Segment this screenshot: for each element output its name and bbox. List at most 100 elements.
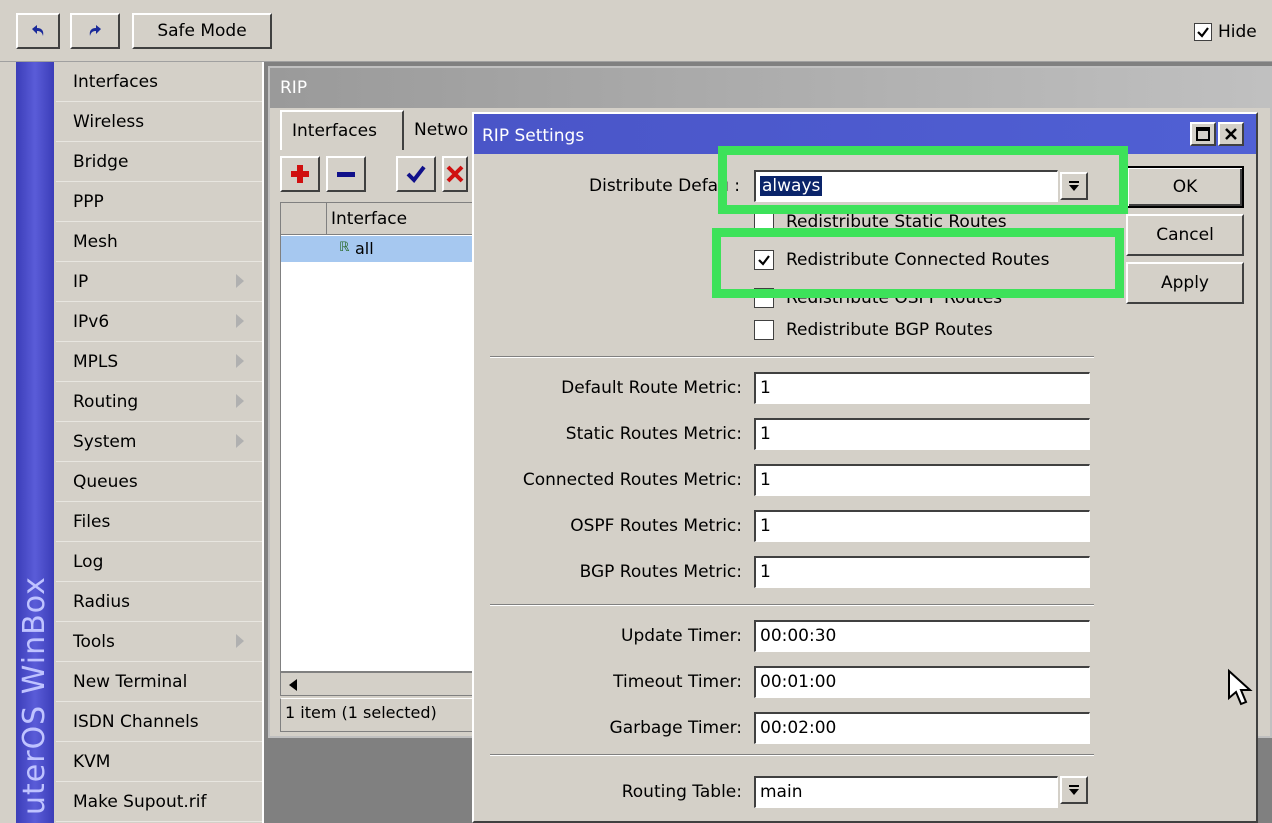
dropdown-arrow-icon [1069,785,1079,795]
update-timer-input[interactable]: 00:00:30 [754,620,1090,652]
tab-networks[interactable]: Netwo [404,110,474,150]
rip-interface-icon: ℝ [339,240,350,255]
static-routes-metric-label: Static Routes Metric: [565,424,742,444]
safe-mode-button[interactable]: Safe Mode [132,13,272,49]
table-row[interactable]: ℝ all [281,236,481,262]
sidebar-item-ppp[interactable]: PPP [56,182,262,222]
plus-icon [291,165,309,183]
sidebar-item-wireless[interactable]: Wireless [56,102,262,142]
submenu-arrow-icon [236,314,244,328]
ospf-routes-metric-input[interactable]: 1 [754,510,1090,542]
main-toolbar: Safe Mode Hide [0,0,1272,62]
redo-icon [89,25,101,36]
sidebar-item-bridge[interactable]: Bridge [56,142,262,182]
list-header-blank [281,203,327,235]
sidebar-item-ip[interactable]: IP [56,262,262,302]
list-header: Interface [281,203,481,235]
sidebar-item-files[interactable]: Files [56,502,262,542]
highlight-redistribute-connected [712,228,1124,298]
submenu-arrow-icon [236,274,244,288]
sidebar-item-label: Log [73,551,104,572]
enable-button[interactable] [396,156,436,192]
update-timer-label: Update Timer: [621,626,742,646]
remove-button[interactable] [326,156,366,192]
checkmark-icon [1197,27,1209,38]
sidebar-item-routing[interactable]: Routing [56,382,262,422]
sidebar-item-label: Queues [73,471,138,492]
banner-text: uterOS WinBox [17,576,52,815]
check-icon [406,165,426,184]
undo-icon [32,25,44,36]
sidebar-item-interfaces[interactable]: Interfaces [56,62,262,102]
sidebar-item-mpls[interactable]: MPLS [56,342,262,382]
connected-routes-metric-input[interactable]: 1 [754,464,1090,496]
section-divider [490,754,1094,756]
tab-interfaces[interactable]: Interfaces [280,110,404,150]
submenu-arrow-icon [236,634,244,648]
cancel-button[interactable]: Cancel [1126,214,1244,256]
default-route-metric-input[interactable]: 1 [754,372,1090,404]
maximize-button[interactable] [1190,122,1216,146]
sidebar-item-mesh[interactable]: Mesh [56,222,262,262]
horizontal-scrollbar[interactable] [280,672,480,696]
sidebar-menu: Interfaces Wireless Bridge PPP Mesh IP IPv6 MPL… [56,62,262,823]
sidebar-item-label: New Terminal [73,671,188,692]
sidebar-item-tools[interactable]: Tools [56,622,262,662]
garbage-timer-label: Garbage Timer: [609,718,742,738]
rip-window-title[interactable]: RIP [270,68,1270,108]
sidebar-item-label: System [73,431,137,452]
sidebar-item-label: Radius [73,591,131,612]
close-icon [1225,128,1237,140]
section-divider [490,356,1094,358]
redo-button[interactable] [70,13,120,49]
hide-toggle[interactable]: Hide [1194,22,1257,42]
bgp-routes-metric-input[interactable]: 1 [754,556,1090,588]
add-button[interactable] [280,156,320,192]
sidebar-item-ipv6[interactable]: IPv6 [56,302,262,342]
disable-button[interactable] [442,156,468,192]
scroll-left-icon[interactable] [289,679,297,691]
sidebar-item-label: KVM [73,751,111,772]
sidebar-item-log[interactable]: Log [56,542,262,582]
mouse-cursor-icon [1228,668,1253,706]
sidebar-item-kvm[interactable]: KVM [56,742,262,782]
redistribute-bgp-checkbox[interactable] [754,320,774,340]
garbage-timer-input[interactable]: 00:02:00 [754,712,1090,744]
sidebar-item-label: Make Supout.rif [73,791,207,812]
sidebar-item-system[interactable]: System [56,422,262,462]
hide-checkbox[interactable] [1194,23,1212,41]
redistribute-bgp-row[interactable]: Redistribute BGP Routes [754,320,993,340]
sidebar-item-label: Interfaces [73,71,158,92]
close-button[interactable] [1218,122,1244,146]
timeout-timer-input[interactable]: 00:01:00 [754,666,1090,698]
sidebar-item-label: Files [73,511,111,532]
static-routes-metric-input[interactable]: 1 [754,418,1090,450]
routing-table-select[interactable]: main [754,776,1058,808]
sidebar-item-isdn-channels[interactable]: ISDN Channels [56,702,262,742]
status-count: 1 item (1 selected) [280,698,480,732]
sidebar-item-make-supout-rif[interactable]: Make Supout.rif [56,782,262,822]
timeout-timer-label: Timeout Timer: [613,672,742,692]
undo-button[interactable] [16,13,60,49]
ospf-routes-metric-label: OSPF Routes Metric: [570,516,742,536]
sidebar-item-radius[interactable]: Radius [56,582,262,622]
sidebar-item-label: Routing [73,391,139,412]
sidebar-item-label: IPv6 [73,311,110,332]
connected-routes-metric-label: Connected Routes Metric: [522,470,742,490]
sidebar-item-label: Bridge [73,151,129,172]
routing-table-dropdown[interactable] [1060,776,1088,804]
sidebar-item-label: IP [73,271,89,292]
sidebar-item-queues[interactable]: Queues [56,462,262,502]
sidebar-item-label: MPLS [73,351,119,372]
distribute-default-label: Distribute Defau : [589,176,740,196]
column-interface[interactable]: Interface [331,209,407,229]
sidebar-item-new-terminal[interactable]: New Terminal [56,662,262,702]
row-interface-name: all [355,239,374,258]
sidebar-item-label: Tools [73,631,115,652]
cross-icon [446,165,464,183]
ok-button[interactable]: OK [1126,166,1244,208]
rip-settings-dialog: RIP Settings Distribute Defau : always R… [472,112,1258,823]
apply-button[interactable]: Apply [1126,262,1244,304]
minus-icon [337,172,355,177]
sidebar-item-label: PPP [73,191,104,212]
